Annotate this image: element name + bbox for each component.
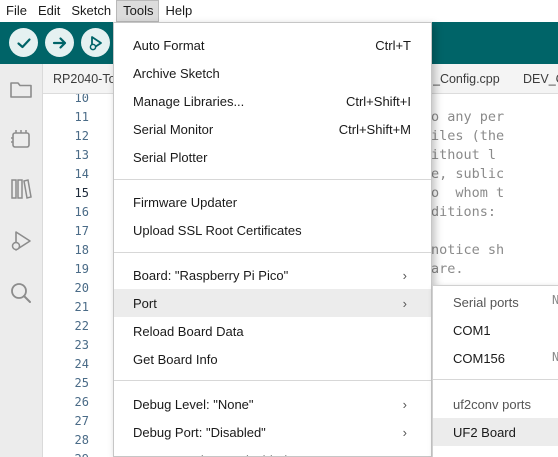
port-item-label: uf2conv ports (453, 396, 532, 412)
line-number: 17 (74, 224, 89, 238)
board-icon[interactable] (8, 126, 34, 152)
menu-item-cpp-exceptions[interactable]: C++ Exceptions: "Disabled" › (114, 446, 431, 457)
line-number: 11 (74, 110, 89, 124)
chevron-right-icon: › (402, 295, 407, 311)
menu-item-label: Reload Board Data (133, 323, 244, 339)
menu-help[interactable]: Help (159, 0, 197, 22)
line-number: 26 (74, 395, 89, 409)
line-number: 14 (74, 167, 89, 181)
line-number: 15 (74, 186, 89, 200)
menu-item-archive-sketch[interactable]: Archive Sketch (114, 59, 431, 87)
menu-item-label: Serial Plotter (133, 149, 208, 165)
menu-item-label: Auto Format (133, 37, 205, 53)
menu-item-shortcut: Ctrl+T (375, 37, 411, 53)
menu-item-manage-libraries[interactable]: Manage Libraries... Ctrl+Shift+I (114, 87, 431, 115)
chevron-right-icon: › (402, 267, 407, 283)
port-item-com156[interactable]: COM156 (433, 344, 558, 372)
menu-item-serial-plotter[interactable]: Serial Plotter (114, 143, 431, 171)
tab-dev-config[interactable]: DEV_C (523, 64, 558, 93)
menu-item-label: Archive Sketch (133, 65, 220, 81)
tab-config-cpp[interactable]: _Config.cpp (433, 64, 513, 93)
menu-item-port-select[interactable]: Port › (114, 289, 431, 317)
chevron-right-icon: › (403, 453, 407, 457)
menu-item-upload-ssl-certificates[interactable]: Upload SSL Root Certificates (114, 216, 431, 244)
line-number: 29 (43, 450, 89, 457)
chevron-right-icon: › (402, 424, 407, 440)
menu-item-auto-format[interactable]: Auto Format Ctrl+T (114, 31, 431, 59)
menu-item-label: C++ Exceptions: "Disabled" (133, 453, 292, 457)
port-item-label: Serial ports (453, 294, 519, 310)
port-item-uf2conv-ports-header: uf2conv ports (433, 390, 558, 418)
line-number: 27 (74, 414, 89, 428)
menu-item-label: Upload SSL Root Certificates (133, 222, 302, 238)
port-item-serial-ports-header: Serial ports (433, 288, 558, 316)
menu-item-label: Port (133, 295, 157, 311)
menu-item-label: Serial Monitor (133, 121, 214, 137)
line-number: 12 (74, 129, 89, 143)
check-icon (16, 37, 31, 48)
arrow-right-icon (52, 36, 66, 49)
line-number: 28 (74, 433, 89, 447)
menu-tools[interactable]: Tools (116, 0, 160, 22)
tab-main-sketch[interactable]: RP2040-To (53, 64, 113, 93)
line-number: 13 (74, 148, 89, 162)
menu-item-debug-port[interactable]: Debug Port: "Disabled" › (114, 418, 431, 446)
menu-item-board-select[interactable]: Board: "Raspberry Pi Pico" › (114, 261, 431, 289)
port-item-uf2-board[interactable]: UF2 Board (433, 418, 558, 446)
line-number: 10 (74, 94, 89, 105)
library-icon[interactable] (8, 176, 34, 202)
line-number: 21 (74, 300, 89, 314)
left-sidebar (0, 64, 43, 457)
line-number: 22 (74, 319, 89, 333)
menu-edit[interactable]: Edit (32, 0, 65, 22)
verify-button[interactable] (9, 28, 38, 57)
menu-item-label: Board: "Raspberry Pi Pico" (133, 267, 289, 283)
menu-item-label: Get Board Info (133, 351, 218, 367)
menu-item-serial-monitor[interactable]: Serial Monitor Ctrl+Shift+M (114, 115, 431, 143)
menu-bar: File Edit Sketch Tools Help (0, 0, 558, 22)
menu-item-shortcut: Ctrl+Shift+I (345, 93, 411, 109)
menu-item-firmware-updater[interactable]: Firmware Updater (114, 188, 431, 216)
menu-file[interactable]: File (0, 0, 32, 22)
line-number: 19 (74, 262, 89, 276)
folder-icon[interactable] (8, 76, 34, 102)
menu-item-label: Manage Libraries... (133, 93, 245, 109)
menu-item-reload-board-data[interactable]: Reload Board Data (114, 317, 431, 345)
menu-item-get-board-info[interactable]: Get Board Info (114, 345, 431, 373)
menu-item-label: Firmware Updater (133, 194, 238, 210)
port-item-label: COM156 (453, 350, 506, 366)
line-number: 16 (74, 205, 89, 219)
port-item-label: COM1 (453, 322, 491, 338)
port-submenu: Serial ports COM1 COM156 uf2conv ports UF2 B… (432, 285, 558, 457)
menu-item-label: Debug Port: "Disabled" (133, 424, 266, 440)
port-item-label: UF2 Board (453, 424, 516, 440)
line-number: 25 (74, 376, 89, 390)
port-item-com1[interactable]: COM1 (433, 316, 558, 344)
line-number: 23 (74, 338, 89, 352)
debug-button[interactable] (81, 28, 110, 57)
menu-separator (114, 179, 431, 180)
line-number: 18 (74, 243, 89, 257)
menu-sketch[interactable]: Sketch (65, 0, 116, 22)
line-number: 20 (74, 281, 89, 295)
search-icon[interactable] (8, 280, 34, 306)
editor-edge-char: N (552, 293, 558, 307)
menu-item-label: Debug Level: "None" (133, 396, 254, 412)
tools-menu: Auto Format Ctrl+T Archive Sketch Manage Li… (113, 22, 432, 457)
menu-separator (114, 380, 431, 381)
editor-edge-char: N (552, 350, 558, 364)
submenu-separator (433, 379, 558, 380)
line-number: 24 (74, 357, 89, 371)
chevron-right-icon: › (402, 396, 407, 412)
menu-item-shortcut: Ctrl+Shift+M (338, 121, 411, 137)
menu-item-debug-level[interactable]: Debug Level: "None" › (114, 390, 431, 418)
debug-icon[interactable] (8, 228, 34, 254)
debug-play-icon (89, 35, 102, 50)
upload-button[interactable] (45, 28, 74, 57)
menu-separator (114, 252, 431, 253)
